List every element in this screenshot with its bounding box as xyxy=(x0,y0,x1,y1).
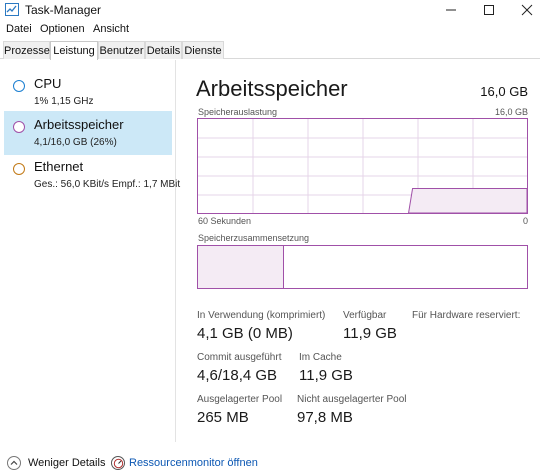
resource-detail: Ges.: 56,0 KBit/s Empf.: 1,7 MBit xyxy=(34,179,181,190)
menu-ansicht[interactable]: Ansicht xyxy=(93,23,129,35)
tab-benutzer[interactable]: Benutzer xyxy=(98,41,145,59)
resource-item-ethernet[interactable]: Ethernet Ges.: 56,0 KBit/s Empf.: 1,7 MB… xyxy=(4,153,180,197)
stat-committed-value: 4,6/18,4 GB xyxy=(197,367,278,384)
usage-chart-max: 16,0 GB xyxy=(494,107,528,117)
stat-in-use-value: 4,1 GB (0 MB) xyxy=(197,325,293,342)
stat-available-label: Verfügbar xyxy=(343,310,387,321)
stat-cached-value: 11,9 GB xyxy=(299,367,353,384)
composition-label: Speicherzusammensetzung xyxy=(198,233,310,243)
tab-bar: Prozesse Leistung Benutzer Details Diens… xyxy=(0,41,540,60)
memory-usage-graph xyxy=(197,118,528,214)
memory-total: 16,0 GB xyxy=(480,84,528,99)
memory-usage-area xyxy=(408,188,527,213)
usage-chart-label: Speicherauslastung xyxy=(198,107,278,117)
menu-datei[interactable]: Datei xyxy=(6,23,32,35)
resource-detail: 4,1/16,0 GB (26%) xyxy=(34,137,117,148)
stat-paged-pool-value: 265 MB xyxy=(197,409,249,426)
memory-composition-bar xyxy=(197,245,528,289)
task-manager-icon xyxy=(5,3,19,16)
stat-nonpaged-pool-label: Nicht ausgelagerter Pool xyxy=(297,394,407,405)
stat-cached-label: Im Cache xyxy=(299,352,342,363)
resource-name: CPU xyxy=(34,76,62,91)
resource-monitor-icon[interactable] xyxy=(111,456,125,470)
tab-prozesse[interactable]: Prozesse xyxy=(3,41,50,59)
resource-item-cpu[interactable]: CPU 1% 1,15 GHz xyxy=(4,70,172,114)
resource-name: Ethernet xyxy=(34,159,84,174)
tab-dienste[interactable]: Dienste xyxy=(182,41,224,59)
resource-name: Arbeitsspeicher xyxy=(34,117,124,132)
graph-time-label: 60 Sekunden xyxy=(198,216,252,226)
window-title: Task-Manager xyxy=(25,3,102,17)
stat-reserved-label: Für Hardware reserviert: xyxy=(412,310,521,321)
cpu-status-ring-icon xyxy=(13,80,25,92)
memory-in-use-segment xyxy=(198,246,284,288)
minimize-button[interactable] xyxy=(434,0,468,20)
memory-status-ring-icon xyxy=(13,121,25,133)
close-button[interactable] xyxy=(510,0,540,20)
stat-paged-pool-label: Ausgelagerter Pool xyxy=(197,394,283,405)
title-bar: Task-Manager xyxy=(0,0,540,20)
menu-optionen[interactable]: Optionen xyxy=(40,23,85,35)
resource-detail: 1% 1,15 GHz xyxy=(34,96,94,107)
stat-in-use-label: In Verwendung (komprimiert) xyxy=(197,310,326,321)
footer: Weniger Details Ressourcenmonitor öffnen xyxy=(0,450,540,476)
tab-details[interactable]: Details xyxy=(145,41,182,59)
tab-leistung[interactable]: Leistung xyxy=(50,41,98,60)
chevron-up-icon[interactable] xyxy=(7,456,21,470)
page-title: Arbeitsspeicher xyxy=(196,76,348,101)
ethernet-status-ring-icon xyxy=(13,163,25,175)
resource-item-arbeitsspeicher[interactable]: Arbeitsspeicher 4,1/16,0 GB (26%) xyxy=(4,111,172,155)
fewer-details-button[interactable]: Weniger Details xyxy=(28,457,105,469)
stat-nonpaged-pool-value: 97,8 MB xyxy=(297,409,353,426)
graph-time-end: 0 xyxy=(522,216,528,226)
resource-list: CPU 1% 1,15 GHz Arbeitsspeicher 4,1/16,0… xyxy=(0,60,180,442)
maximize-button[interactable] xyxy=(472,0,506,20)
stat-available-value: 11,9 GB xyxy=(343,325,397,342)
stat-committed-label: Commit ausgeführt xyxy=(197,352,282,363)
resource-monitor-link[interactable]: Ressourcenmonitor öffnen xyxy=(129,457,258,469)
menu-bar: Datei Optionen Ansicht xyxy=(0,21,540,38)
